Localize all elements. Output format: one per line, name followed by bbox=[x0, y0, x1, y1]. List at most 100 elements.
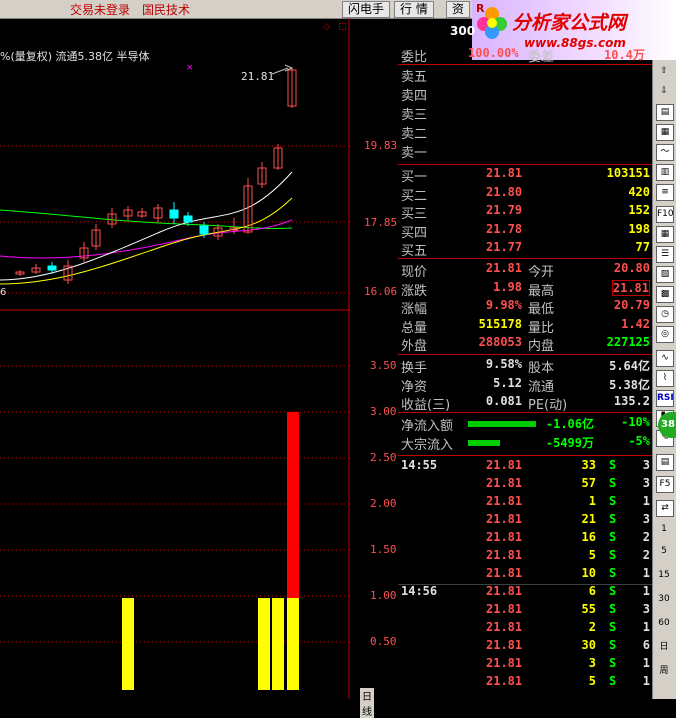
tick-row: 21.81 16 S 2 bbox=[398, 530, 652, 548]
toolbar-f10-button[interactable]: F10 bbox=[656, 206, 674, 223]
toolbar-period-15[interactable]: 15 bbox=[656, 568, 672, 583]
ask-level-row: 卖二 bbox=[398, 123, 652, 142]
broker-link[interactable]: 国民技术 bbox=[142, 1, 190, 18]
stat-value: 1.42 bbox=[621, 316, 650, 331]
tick-price: 21.81 bbox=[486, 584, 523, 598]
tick-row: 21.81 57 S 3 bbox=[398, 476, 652, 494]
tick-price: 21.81 bbox=[486, 602, 523, 616]
toolbar-arrow-up-icon[interactable]: ⇧ bbox=[656, 64, 672, 79]
tick-row: 21.81 10 S 1 bbox=[398, 566, 652, 584]
bid-level-price: 21.80 bbox=[486, 184, 523, 199]
indicator-bar bbox=[287, 598, 299, 690]
fundamental-label: 流通 bbox=[528, 379, 555, 395]
candle-body bbox=[183, 215, 193, 223]
fundamental-value: 5.12 bbox=[493, 375, 522, 390]
toolbar-arrow-down-icon[interactable]: ⇩ bbox=[656, 84, 672, 99]
toolbar-table-icon[interactable]: ▦ bbox=[656, 226, 674, 243]
toolbar-page-icon[interactable]: ▤ bbox=[656, 104, 674, 121]
stat-label: 内盘 bbox=[528, 339, 555, 354]
kline-chart[interactable]: × %(量复权) 流通5.38亿 半导体 ◇ □ 21.81 6 19.83 1… bbox=[0, 18, 397, 718]
stat-value: 227125 bbox=[606, 335, 650, 349]
stat-row: 外盘 288053 内盘 227125 bbox=[398, 335, 652, 354]
info-button[interactable]: 资 bbox=[446, 1, 471, 18]
tick-side: S bbox=[609, 656, 617, 670]
tick-row: 21.81 3 S 1 bbox=[398, 656, 652, 674]
stat-label: 最高 bbox=[528, 283, 555, 299]
toolbar-period-60[interactable]: 60 bbox=[656, 616, 672, 631]
tick-price: 21.81 bbox=[486, 548, 523, 562]
tick-volume: 33 bbox=[581, 458, 596, 472]
tick-side: S bbox=[609, 476, 617, 490]
toolbar-doc2-icon[interactable]: ▤ bbox=[656, 454, 674, 471]
price-axis-label: 19.83 bbox=[364, 139, 398, 152]
fundamental-label: 收益(三) bbox=[401, 398, 451, 413]
tick-volume: 5 bbox=[588, 548, 596, 562]
candle-body bbox=[47, 265, 57, 271]
price-axis-label: 17.85 bbox=[364, 216, 398, 229]
tick-volume: 10 bbox=[581, 566, 596, 580]
fundamental-value: 5.64亿 bbox=[609, 359, 650, 373]
high-pointer-icon bbox=[271, 64, 294, 75]
stat-label: 现价 bbox=[401, 265, 428, 280]
toolbar-rsi-button[interactable]: RSI bbox=[656, 390, 674, 407]
tick-time: 14:55 bbox=[401, 458, 438, 472]
toolbar-bar-icon[interactable]: ▩ bbox=[656, 286, 674, 303]
toolbar-clock-icon[interactable]: ◷ bbox=[656, 306, 674, 323]
toolbar-f5-button[interactable]: F5 bbox=[656, 476, 674, 493]
bid-level-row: 买三 21.79 152 bbox=[398, 203, 652, 222]
low-price-label: 6 bbox=[0, 287, 7, 298]
flash-trade-button[interactable]: 闪电手 bbox=[342, 1, 391, 18]
toolbar-swap-icon[interactable]: ⇄ bbox=[656, 500, 674, 517]
flow-label: 大宗流入 bbox=[401, 438, 454, 453]
toolbar-period-day[interactable]: 日 bbox=[656, 640, 672, 655]
stat-row: 现价 21.81 今开 20.80 bbox=[398, 261, 652, 280]
tick-count: 2 bbox=[642, 548, 650, 562]
flow-label: 净流入额 bbox=[401, 419, 454, 434]
bid-level-price: 21.81 bbox=[486, 166, 523, 180]
toolbar-period-1[interactable]: 1 bbox=[656, 522, 672, 537]
stat-label: 最低 bbox=[528, 302, 555, 317]
tick-row: 21.81 5 S 2 bbox=[398, 548, 652, 566]
fundamental-value: 5.38亿 bbox=[609, 377, 650, 392]
bid-level-label: 买四 bbox=[401, 225, 428, 241]
indicator-axis-label: 2.00 bbox=[370, 497, 397, 510]
tick-price: 21.81 bbox=[486, 620, 523, 634]
toolbar-wave-icon[interactable]: ∿ bbox=[656, 350, 674, 367]
tick-price: 21.81 bbox=[486, 476, 523, 490]
order-diff-label: 委差 bbox=[528, 50, 555, 65]
chart-expand-icon[interactable]: □ bbox=[338, 22, 347, 32]
bid-level-volume: 420 bbox=[628, 184, 650, 199]
toolbar-chart-icon[interactable]: ▧ bbox=[656, 266, 674, 283]
tick-count: 1 bbox=[642, 620, 650, 634]
quote-button[interactable]: 行 情 bbox=[394, 1, 434, 18]
toolbar-grid-icon[interactable]: ▦ bbox=[656, 124, 674, 141]
toolbar-circle-icon[interactable]: ◎ bbox=[656, 326, 674, 343]
period-tab[interactable]: 日线 bbox=[360, 688, 374, 718]
bid-level-price: 21.79 bbox=[486, 203, 523, 217]
flow-row: 大宗流入 -5499万 -5% bbox=[398, 434, 652, 453]
toolbar-doc-icon[interactable]: ▥ bbox=[656, 164, 674, 181]
tick-volume: 57 bbox=[581, 476, 596, 490]
tick-row: 21.81 2 S 1 bbox=[398, 620, 652, 638]
stat-label: 今开 bbox=[528, 265, 555, 280]
tick-price: 21.81 bbox=[486, 566, 523, 580]
toolbar-period-30[interactable]: 30 bbox=[656, 592, 672, 607]
toolbar-line-chart-icon[interactable]: 〜 bbox=[656, 144, 674, 161]
indicator-axis-label: 3.50 bbox=[370, 359, 397, 372]
tick-count: 3 bbox=[642, 458, 650, 472]
ask-level-row: 卖五 bbox=[398, 66, 652, 85]
signal-marker-icon: × bbox=[186, 63, 194, 73]
toolbar-curve-icon[interactable]: ⌇ bbox=[656, 370, 674, 387]
tick-side: S bbox=[609, 674, 617, 688]
toolbar-period-week[interactable]: 周 bbox=[656, 664, 672, 679]
chart-canvas: × bbox=[0, 18, 350, 699]
bid-level-price: 21.77 bbox=[486, 240, 523, 254]
toolbar-list-icon[interactable]: ☰ bbox=[656, 246, 674, 263]
login-status-link[interactable]: 交易未登录 bbox=[70, 1, 130, 18]
indicator-axis-label: 2.50 bbox=[370, 451, 397, 464]
toolbar-period-5[interactable]: 5 bbox=[656, 544, 672, 559]
toolbar-stack-icon[interactable]: ≡ bbox=[656, 184, 674, 201]
chart-diamond-icon[interactable]: ◇ bbox=[323, 22, 330, 32]
order-ratio-value: 100.00% bbox=[468, 46, 519, 60]
stat-value: 21.81 bbox=[485, 261, 522, 275]
